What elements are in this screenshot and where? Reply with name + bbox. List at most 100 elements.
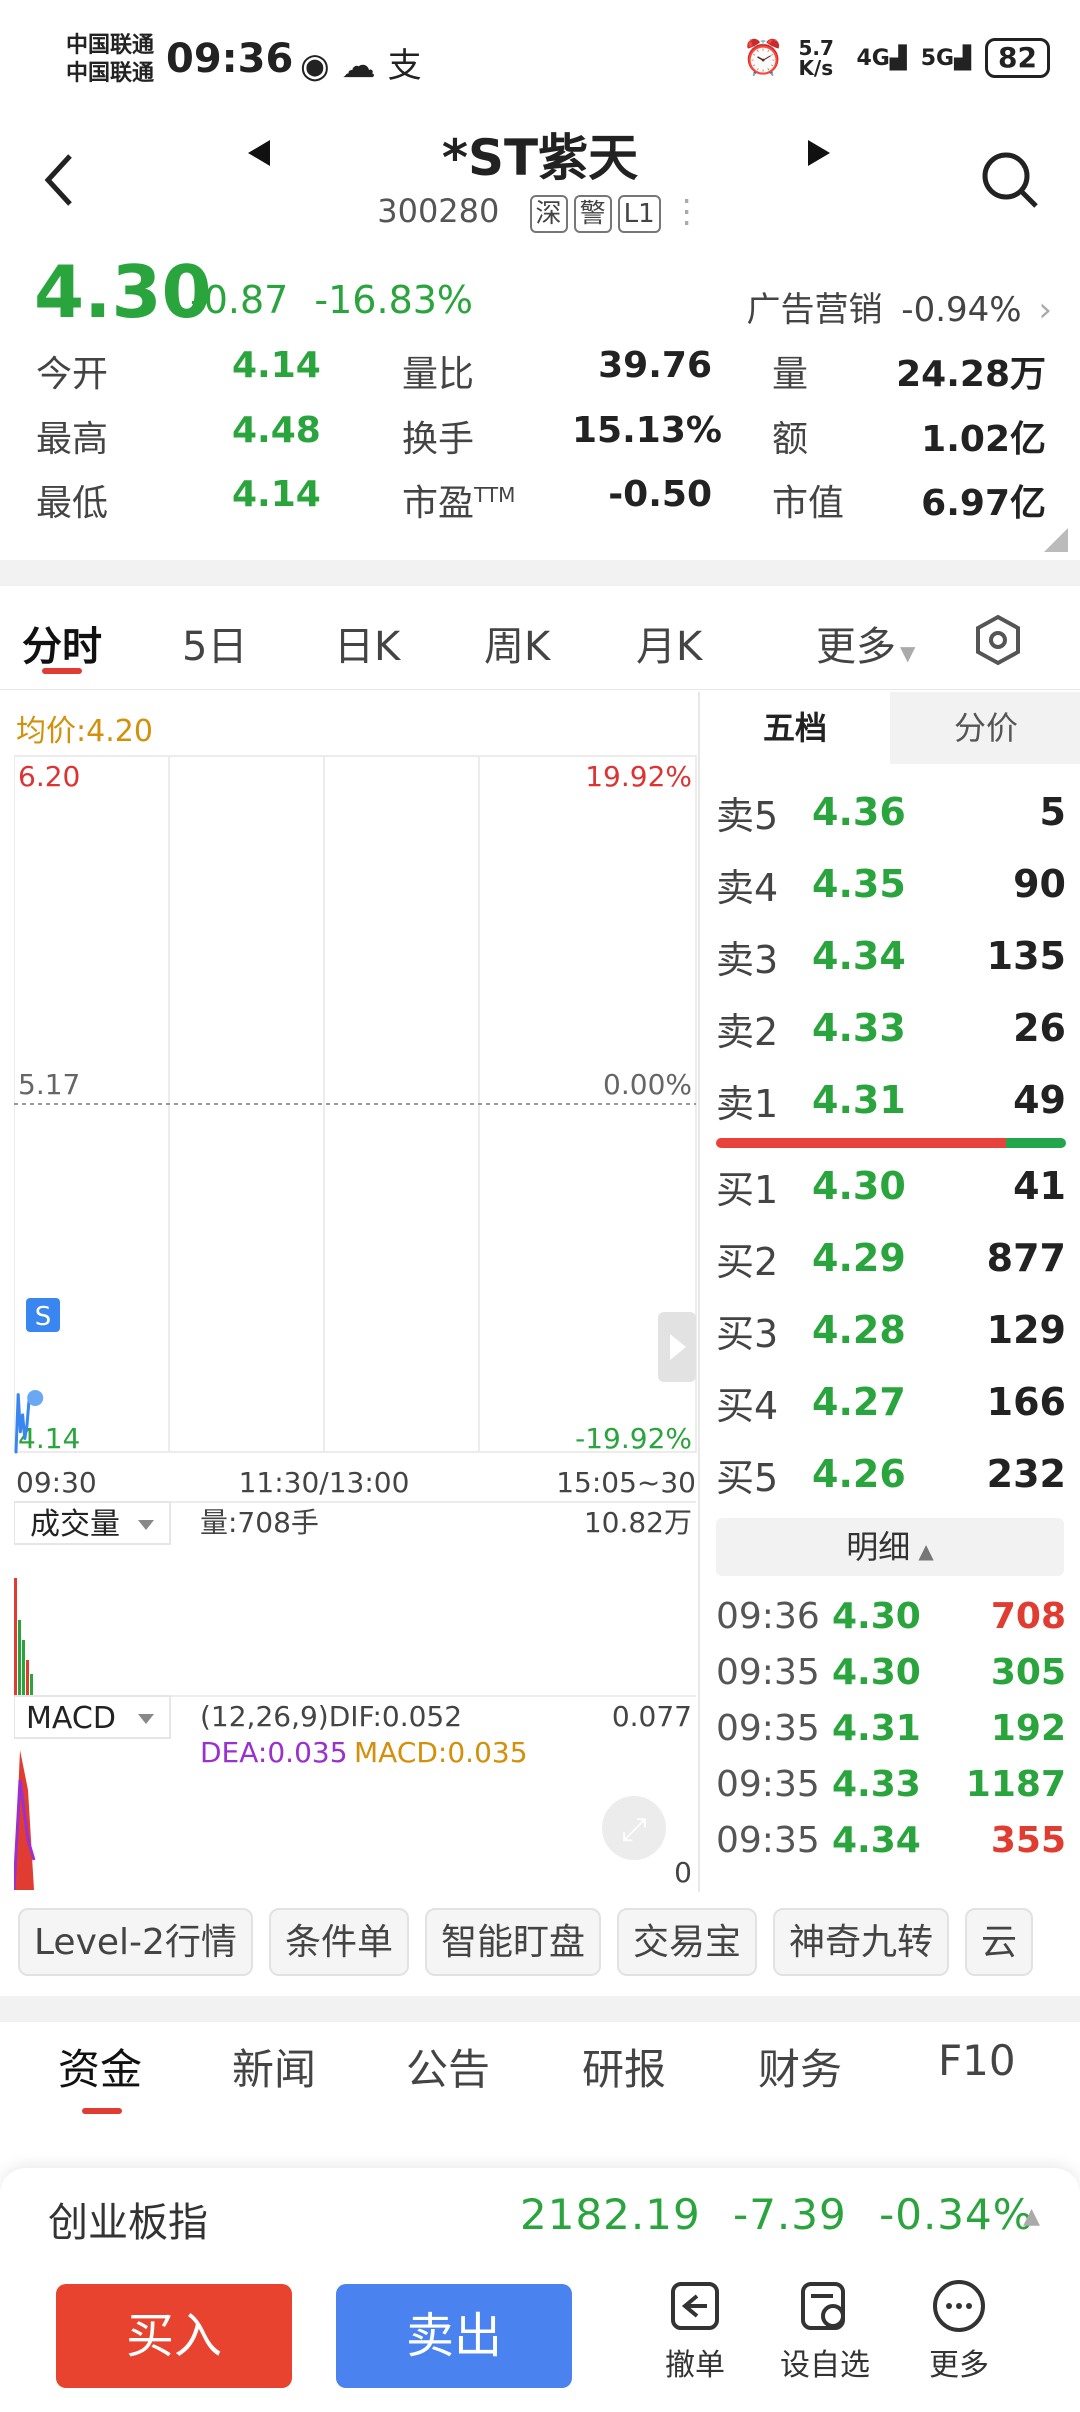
y-mid-label: 5.17 — [18, 1068, 80, 1101]
price-change: -0.87 -16.83% — [190, 278, 473, 322]
tab-intraday[interactable]: 分时 — [22, 614, 102, 672]
change-value: -0.87 — [190, 278, 289, 322]
cancel-order-button[interactable]: 撤单 — [640, 2278, 750, 2384]
x-end-label: 15:05~30 — [556, 1466, 696, 1499]
more-button[interactable]: 更多 — [904, 2278, 1014, 2384]
tick-qty: 708 — [990, 1595, 1066, 1637]
bid-row-2[interactable]: 买2 4.29 877 — [716, 1228, 1066, 1288]
bid-price: 4.26 — [812, 1452, 906, 1496]
index-ticker-bar[interactable]: 创业板指 2182.19 -7.39 -0.34% ▲ — [0, 2168, 1080, 2268]
carrier-labels: 中国联通 中国联通 — [66, 32, 154, 88]
ask-price: 4.35 — [812, 862, 906, 906]
x-mid-label: 11:30/13:00 — [239, 1466, 410, 1499]
index-name: 创业板指 — [48, 2200, 208, 2246]
tab-funds[interactable]: 资金 — [58, 2036, 142, 2097]
macd-label: MACD — [26, 1701, 116, 1736]
ask-price: 4.34 — [812, 934, 906, 978]
tick-row: 09:35 4.31 192 — [716, 1700, 1066, 1756]
tool-level2[interactable]: Level-2行情 — [18, 1908, 253, 1976]
tab-news[interactable]: 新闻 — [232, 2036, 316, 2097]
stat-value-vol-ratio: 39.76 — [598, 345, 712, 386]
tool-smart-watch[interactable]: 智能盯盘 — [424, 1908, 601, 1976]
tab-price-distribution[interactable]: 分价 — [890, 692, 1080, 764]
macd-value: MACD:0.035 — [354, 1736, 528, 1769]
tab-five-levels[interactable]: 五档 — [700, 692, 890, 764]
tab-research[interactable]: 研报 — [582, 2036, 666, 2097]
add-watchlist-button[interactable]: 设自选 — [770, 2278, 880, 2384]
tab-f10[interactable]: F10 — [938, 2036, 1016, 2085]
detail-toggle[interactable]: 明细 ▲ — [716, 1518, 1064, 1576]
bid-qty: 129 — [986, 1308, 1066, 1352]
next-stock-icon[interactable] — [808, 140, 830, 166]
ask-row-3[interactable]: 卖3 4.34 135 — [716, 926, 1066, 986]
tick-price: 4.30 — [832, 1595, 921, 1637]
bid-row-1[interactable]: 买1 4.30 41 — [716, 1156, 1066, 1216]
stat-value-high: 4.48 — [232, 410, 321, 451]
stat-value-open: 4.14 — [232, 345, 321, 386]
bid-price: 4.30 — [812, 1164, 906, 1208]
tab-daily-k[interactable]: 日K — [334, 614, 400, 672]
more-dots-icon[interactable]: ⋮ — [671, 192, 703, 230]
bid-row-3[interactable]: 买3 4.28 129 — [716, 1300, 1066, 1360]
stat-label-mktcap: 市值 — [772, 483, 845, 524]
ask-label: 卖3 — [716, 937, 779, 982]
price-point — [25, 1423, 29, 1427]
stat-value-amount: 1.02亿 — [921, 419, 1046, 460]
price-point — [16, 1393, 20, 1397]
volume-text: 量:708手 — [200, 1506, 319, 1539]
bid-label: 买3 — [716, 1311, 779, 1356]
vol-bar-5 — [30, 1674, 33, 1696]
chevron-right-icon: › — [1038, 290, 1052, 330]
add-watchlist-label: 设自选 — [780, 2348, 870, 2383]
tick-time: 09:35 — [716, 1819, 820, 1861]
caret-up-small-icon: ▲ — [1023, 2204, 1040, 2229]
tool-conditional-order[interactable]: 条件单 — [268, 1908, 409, 1976]
eye-icon: ◉ — [300, 46, 342, 86]
buy-button[interactable]: 买入 — [56, 2284, 292, 2388]
stat-label-volume: 量 — [772, 354, 809, 395]
stat-label-pe: 市盈TTM — [402, 474, 515, 526]
stat-label-low: 最低 — [36, 483, 109, 524]
search-icon[interactable] — [980, 150, 1040, 210]
ask-row-5[interactable]: 卖5 4.36 5 — [716, 782, 1066, 842]
ask-row-1[interactable]: 卖1 4.31 49 — [716, 1070, 1066, 1130]
tab-announcements[interactable]: 公告 — [406, 2036, 490, 2097]
tool-magic-nine[interactable]: 神奇九转 — [772, 1908, 949, 1976]
sell-button[interactable]: 卖出 — [336, 2284, 572, 2388]
intraday-chart[interactable]: 6.20 19.92% 5.17 0.00% 4.14 -19.92% S 09… — [14, 740, 698, 1890]
price-point — [14, 1450, 18, 1454]
ask-row-4[interactable]: 卖4 4.35 90 — [716, 854, 1066, 914]
tab-monthly-k[interactable]: 月K — [636, 614, 702, 672]
tick-price: 4.33 — [832, 1763, 921, 1805]
bid-qty: 232 — [986, 1452, 1066, 1496]
sector-link[interactable]: 广告营销 -0.94% › — [746, 282, 1052, 331]
settings-hex-icon[interactable] — [974, 614, 1022, 666]
tool-cloud[interactable]: 云 — [965, 1908, 1034, 1976]
tab-financials[interactable]: 财务 — [758, 2036, 842, 2097]
bid-price: 4.29 — [812, 1236, 906, 1280]
tab-more-label: 更多 — [816, 624, 896, 670]
bid-row-4[interactable]: 买4 4.27 166 — [716, 1372, 1066, 1432]
stat-value-low: 4.14 — [232, 474, 321, 515]
ask-label: 卖5 — [716, 793, 779, 838]
section-divider-2 — [0, 1996, 1080, 2022]
tick-row: 09:35 4.34 355 — [716, 1812, 1066, 1868]
expand-corner-icon[interactable] — [1044, 528, 1068, 552]
tab-more[interactable]: 更多 ▼ — [816, 614, 915, 672]
wechat-icon: ☁ — [341, 46, 388, 86]
battery-level: 82 — [998, 41, 1037, 74]
index-pct: -0.34% — [879, 2190, 1034, 2239]
stat-label-turnover: 换手 — [402, 419, 475, 460]
status-right: ⏰ 5.7 K/s 4G▟ 5G▟ 82 — [742, 38, 1050, 78]
tick-time: 09:35 — [716, 1707, 820, 1749]
status-time: 09:36 — [166, 36, 294, 82]
index-change: -7.39 — [733, 2190, 847, 2239]
tab-weekly-k[interactable]: 周K — [484, 614, 550, 672]
pct-mid-label: 0.00% — [603, 1068, 692, 1101]
stat-value-pe: -0.50 — [608, 474, 712, 515]
tool-trading-treasure[interactable]: 交易宝 — [616, 1908, 757, 1976]
bid-row-5[interactable]: 买5 4.26 232 — [716, 1444, 1066, 1504]
ask-row-2[interactable]: 卖2 4.33 26 — [716, 998, 1066, 1058]
tab-5day[interactable]: 5日 — [182, 614, 247, 672]
index-value: 2182.19 — [520, 2190, 701, 2239]
